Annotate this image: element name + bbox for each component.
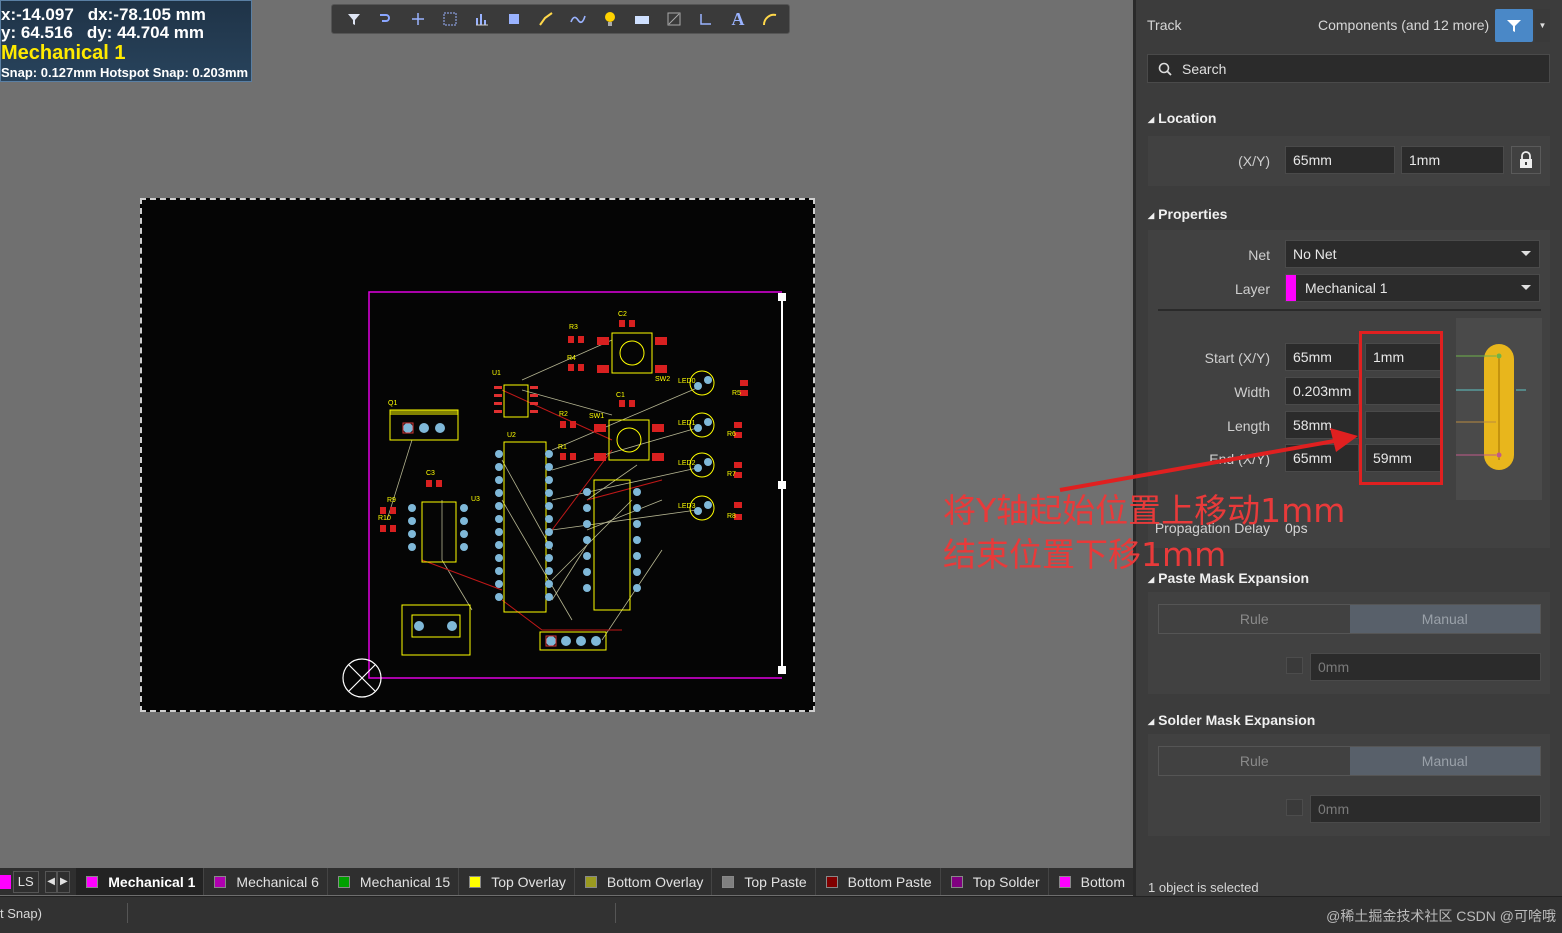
annotation-line-1: 将Y轴起始位置上移动1mm bbox=[943, 491, 1346, 530]
app-window: x:-14.097 dx:-78.105 mm y: 64.516 dy: 44.7… bbox=[0, 0, 1562, 933]
annotation-arrow bbox=[1059, 428, 1358, 492]
annotation-line-2: 结束位置下移1mm bbox=[943, 535, 1227, 574]
